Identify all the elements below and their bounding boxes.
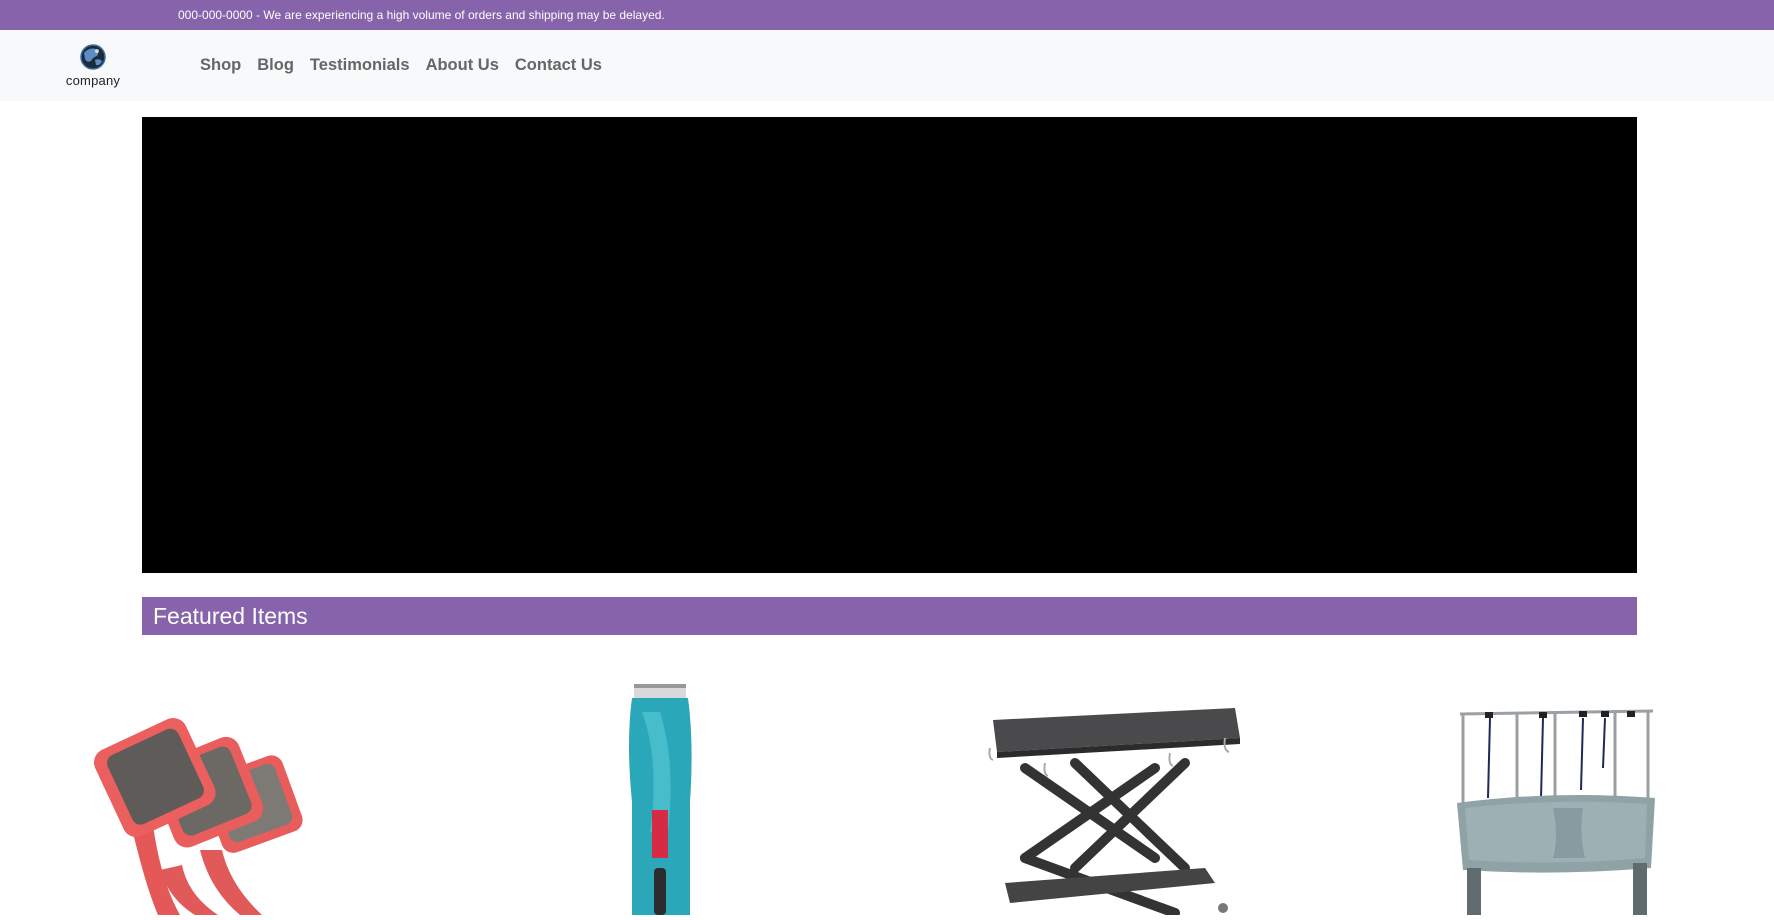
logo-text: company: [65, 73, 121, 88]
company-logo[interactable]: company: [64, 43, 122, 89]
slicker-brushes-image: [94, 717, 303, 915]
featured-items-header: Featured Items: [142, 597, 1637, 635]
announcement-bar: 000-000-0000 - We are experiencing a hig…: [0, 0, 1774, 30]
product-card-table[interactable]: [985, 708, 1243, 918]
hero-banner[interactable]: [142, 117, 1637, 573]
nav-link-about-us[interactable]: About Us: [418, 56, 507, 75]
product-card-clipper[interactable]: [620, 682, 700, 915]
announcement-text: 000-000-0000 - We are experiencing a hig…: [178, 8, 665, 22]
product-card-tub[interactable]: [1455, 708, 1657, 915]
featured-items-title: Featured Items: [153, 603, 308, 629]
main-navbar: company Shop Blog Testimonials About Us …: [0, 30, 1774, 101]
nav-link-testimonials[interactable]: Testimonials: [302, 56, 418, 75]
nav-link-shop[interactable]: Shop: [192, 56, 249, 75]
product-card-brushes[interactable]: [90, 700, 350, 915]
clipper-image: [629, 684, 692, 915]
grooming-table-image: [988, 708, 1240, 918]
grooming-tub-image: [1457, 709, 1655, 915]
nav-link-contact-us[interactable]: Contact Us: [507, 56, 610, 75]
nav-link-blog[interactable]: Blog: [249, 56, 302, 75]
globe-logo-icon: [80, 44, 106, 70]
nav-menu: Shop Blog Testimonials About Us Contact …: [192, 30, 610, 101]
